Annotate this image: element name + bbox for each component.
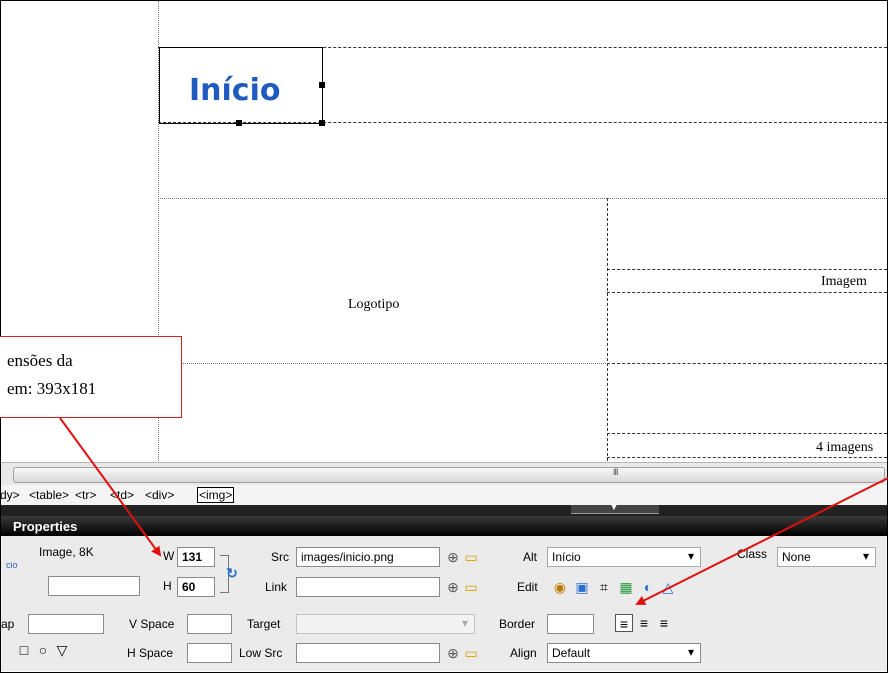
imagem-label: Imagem: [821, 274, 867, 289]
height-input[interactable]: 60: [177, 577, 215, 597]
link-point-to-file-icon[interactable]: ⊕: [444, 578, 462, 596]
lowsrc-label: Low Src: [239, 646, 283, 660]
row-border-dotted: [158, 198, 887, 199]
src-input[interactable]: images/inicio.png: [296, 547, 440, 567]
align-select[interactable]: Default: [547, 643, 701, 663]
row-border-dotted-lower: [158, 363, 608, 364]
sharpen-icon[interactable]: △: [659, 578, 677, 596]
width-input[interactable]: 131: [177, 547, 215, 567]
edit-label: Edit: [517, 580, 538, 594]
link-input[interactable]: [296, 577, 440, 597]
polygon-hotspot-icon[interactable]: ▽: [53, 641, 71, 659]
vspace-input[interactable]: [187, 614, 232, 634]
src-label: Src: [271, 550, 289, 564]
lowsrc-browse-folder-icon[interactable]: ▭: [462, 644, 480, 662]
resize-handle-corner[interactable]: [319, 120, 325, 126]
target-select: [296, 614, 475, 634]
image-id-hint: cio: [6, 560, 18, 570]
link-browse-folder-icon[interactable]: ▭: [462, 578, 480, 596]
crop-icon[interactable]: ⌗: [595, 578, 613, 596]
subrow-2: [607, 292, 887, 293]
collapse-arrow-icon: ▼: [609, 502, 619, 513]
width-label: W: [163, 549, 175, 563]
tag-td[interactable]: <td>: [110, 488, 134, 502]
tag-tr[interactable]: <tr>: [75, 488, 96, 502]
tag-selector: dy> <table> <tr> <td> <div> <img>: [0, 485, 887, 506]
subrow-3: [607, 363, 887, 364]
map-input[interactable]: [28, 614, 104, 634]
align-right-icon[interactable]: ≡: [655, 614, 673, 632]
logo-image-text: Início: [189, 73, 281, 108]
properties-panel-header[interactable]: Properties: [1, 516, 887, 536]
properties-title: Properties: [13, 519, 78, 534]
resize-handle-right[interactable]: [319, 82, 325, 88]
align-center-icon[interactable]: ≡: [635, 614, 653, 632]
class-label: Class: [737, 547, 768, 561]
scrollbar-thumb[interactable]: [13, 467, 885, 483]
subrow-5: [607, 457, 887, 458]
logotipo-label: Logotipo: [348, 297, 400, 312]
align-label: Align: [510, 646, 537, 660]
brightness-contrast-icon[interactable]: ◐: [639, 578, 657, 596]
horizontal-scrollbar[interactable]: III: [1, 462, 887, 485]
edit-fireworks-icon[interactable]: ◉: [551, 578, 569, 596]
tag-table[interactable]: <table>: [29, 488, 69, 502]
border-input[interactable]: [547, 614, 594, 634]
callout-line-2: em: 393x181: [7, 379, 97, 398]
lowsrc-input[interactable]: [296, 643, 440, 663]
reset-size-icon[interactable]: ↻: [223, 564, 241, 582]
callout-line-1: ensões da: [7, 351, 73, 370]
circle-hotspot-icon[interactable]: ○: [34, 641, 52, 659]
hspace-input[interactable]: [187, 643, 232, 663]
align-left-icon[interactable]: ≡: [615, 614, 633, 632]
lowsrc-point-to-file-icon[interactable]: ⊕: [444, 644, 462, 662]
properties-panel: Image, 8K cio W 131 H 60 ↻ Src images/in…: [1, 536, 887, 671]
hspace-label: H Space: [127, 646, 174, 660]
tag-img[interactable]: <img>: [197, 487, 235, 503]
link-label: Link: [265, 580, 288, 594]
point-to-file-icon[interactable]: ⊕: [444, 548, 462, 566]
imagens-label: 4 imagens: [816, 440, 874, 455]
panel-splitter[interactable]: ▼: [1, 502, 887, 516]
scrollbar-grip-icon: III: [613, 467, 618, 477]
resample-icon[interactable]: ▦: [617, 578, 635, 596]
target-label: Target: [247, 617, 281, 631]
edit-image-settings-icon[interactable]: ▣: [573, 578, 591, 596]
rectangle-hotspot-icon[interactable]: □: [15, 641, 33, 659]
tag-body[interactable]: dy>: [0, 488, 20, 502]
subrow-1: [607, 269, 887, 270]
class-select[interactable]: None: [777, 547, 876, 567]
subcolumn-line: [607, 198, 608, 461]
tag-div[interactable]: <div>: [145, 488, 174, 502]
alt-label: Alt: [523, 550, 538, 564]
height-label: H: [163, 579, 172, 593]
alt-select[interactable]: Início: [547, 547, 701, 567]
vspace-label: V Space: [129, 617, 175, 631]
map-label: ap: [1, 617, 15, 631]
resize-handle-bottom[interactable]: [236, 120, 242, 126]
subrow-4: [607, 433, 887, 434]
image-id-input[interactable]: [48, 576, 140, 596]
browse-folder-icon[interactable]: ▭: [462, 548, 480, 566]
border-label: Border: [499, 617, 536, 631]
image-info: Image, 8K: [39, 545, 94, 559]
callout-box: ensões da em: 393x181: [0, 336, 182, 418]
